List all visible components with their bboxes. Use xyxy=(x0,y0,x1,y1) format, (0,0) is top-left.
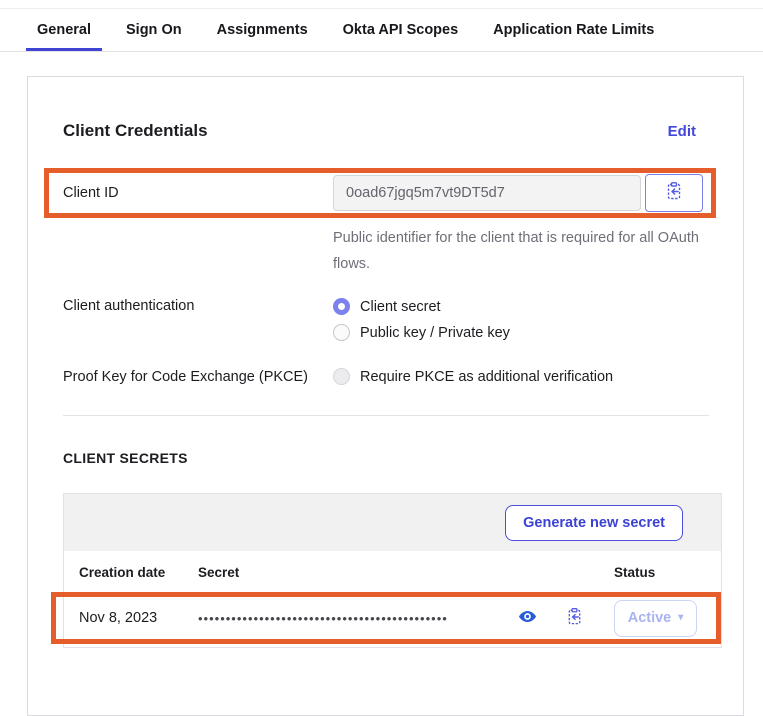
generate-new-secret-button[interactable]: Generate new secret xyxy=(505,505,683,541)
table-row: Nov 8, 2023 ••••••••••••••••••••••••••••… xyxy=(64,594,721,642)
pkce-label: Proof Key for Code Exchange (PKCE) xyxy=(63,369,333,385)
section-title-client-secrets: CLIENT SECRETS xyxy=(63,450,743,466)
radio-option-client-secret[interactable]: Client secret xyxy=(333,298,510,315)
clipboard-copy-icon xyxy=(664,181,684,206)
column-header-secret: Secret xyxy=(198,565,614,580)
copy-client-id-button[interactable] xyxy=(645,174,703,212)
client-id-row-highlight: Client ID xyxy=(44,168,716,218)
pkce-row: Proof Key for Code Exchange (PKCE) Requi… xyxy=(63,368,743,385)
client-authentication-label: Client authentication xyxy=(63,298,333,341)
reveal-secret-button[interactable] xyxy=(518,607,537,630)
tab-okta-api-scopes[interactable]: Okta API Scopes xyxy=(332,22,470,51)
radio-option-label: Public key / Private key xyxy=(360,325,510,341)
tab-general[interactable]: General xyxy=(26,22,102,51)
secret-cell: ••••••••••••••••••••••••••••••••••••••••… xyxy=(198,607,614,630)
pkce-option-label: Require PKCE as additional verification xyxy=(360,369,613,385)
radio-option-public-private-key[interactable]: Public key / Private key xyxy=(333,324,510,341)
masked-secret-value: ••••••••••••••••••••••••••••••••••••••••… xyxy=(198,611,516,626)
section-title-client-credentials: Client Credentials xyxy=(63,121,208,141)
edit-link[interactable]: Edit xyxy=(668,123,696,140)
client-id-help-text: Public identifier for the client that is… xyxy=(333,225,718,277)
client-secrets-toolbar: Generate new secret xyxy=(64,494,721,551)
radio-selected-icon[interactable] xyxy=(333,298,350,315)
client-id-input[interactable] xyxy=(333,175,641,211)
client-id-label: Client ID xyxy=(63,185,333,201)
section-divider xyxy=(63,415,709,416)
top-hairline xyxy=(0,0,763,9)
status-dropdown-button[interactable]: Active ▾ xyxy=(614,600,697,637)
app-tab-bar: General Sign On Assignments Okta API Sco… xyxy=(0,9,763,52)
caret-down-icon: ▾ xyxy=(678,613,683,623)
creation-date-cell: Nov 8, 2023 xyxy=(79,610,198,626)
radio-unselected-icon[interactable] xyxy=(333,324,350,341)
column-header-status: Status xyxy=(614,565,721,580)
clipboard-copy-icon xyxy=(565,607,584,630)
radio-option-label: Client secret xyxy=(360,299,441,315)
client-secrets-table: Generate new secret Creation date Secret… xyxy=(63,493,722,648)
general-settings-card: Client Credentials Edit Client ID Public… xyxy=(27,76,744,716)
table-header-row: Creation date Secret Status xyxy=(64,551,721,594)
tab-assignments[interactable]: Assignments xyxy=(206,22,319,51)
client-credentials-header: Client Credentials Edit xyxy=(63,121,696,141)
eye-icon xyxy=(518,607,537,630)
copy-secret-button[interactable] xyxy=(565,607,584,630)
checkbox-unchecked-icon[interactable] xyxy=(333,368,350,385)
pkce-checkbox-option[interactable]: Require PKCE as additional verification xyxy=(333,368,613,385)
status-cell: Active ▾ xyxy=(614,600,721,637)
status-value: Active xyxy=(628,610,672,626)
column-header-creation-date: Creation date xyxy=(79,565,198,580)
client-authentication-row: Client authentication Client secret Publ… xyxy=(63,298,743,341)
tab-application-rate-limits[interactable]: Application Rate Limits xyxy=(482,22,665,51)
tab-sign-on[interactable]: Sign On xyxy=(115,22,193,51)
